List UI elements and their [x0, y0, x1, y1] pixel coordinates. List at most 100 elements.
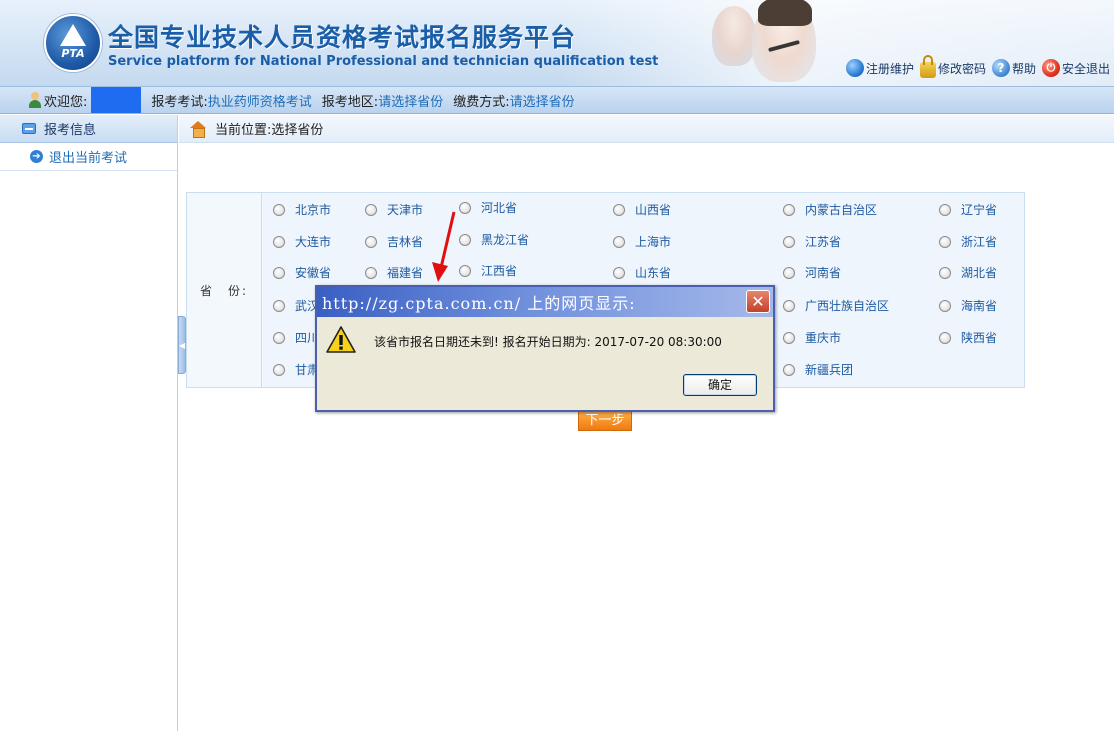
register-maintain-link[interactable]: 注册维护	[845, 58, 914, 78]
province-radio[interactable]	[459, 233, 471, 246]
province-radio[interactable]	[939, 299, 951, 312]
province-option[interactable]: 四川	[273, 329, 319, 346]
province-option[interactable]: 海南省	[939, 297, 997, 314]
province-option[interactable]: 福建省	[365, 264, 423, 281]
power-icon: ⏻	[1041, 59, 1060, 77]
top-links: 注册维护 修改密码 ? 帮助 ⏻ 安全退出	[845, 55, 1110, 78]
province-option[interactable]: 陕西省	[939, 329, 997, 346]
welcome-label: 欢迎您:	[44, 94, 88, 110]
province-radio[interactable]	[939, 266, 951, 279]
payment-label: 缴费方式:	[453, 94, 510, 110]
arrow-right-icon: ➔	[30, 150, 43, 163]
province-option[interactable]: 山西省	[613, 201, 671, 218]
province-label: 山东省	[635, 266, 672, 280]
sidebar-item-label: 退出当前考试	[49, 151, 128, 166]
province-option[interactable]: 浙江省	[939, 233, 997, 250]
province-option[interactable]: 上海市	[613, 233, 671, 250]
province-option[interactable]: 重庆市	[783, 329, 841, 346]
lock-icon	[919, 55, 936, 78]
province-label: 辽宁省	[961, 203, 998, 217]
province-option[interactable]: 江苏省	[783, 233, 841, 250]
site-subtitle: Service platform for National Profession…	[108, 54, 659, 69]
province-label: 山西省	[635, 203, 672, 217]
province-radio[interactable]	[273, 235, 285, 248]
province-radio[interactable]	[613, 203, 625, 216]
dialog-titlebar[interactable]: http://zg.cpta.com.cn/ 上的网页显示:	[317, 287, 773, 317]
sidebar-item-exit-exam[interactable]: ➔ 退出当前考试	[0, 143, 177, 171]
province-radio[interactable]	[939, 203, 951, 216]
payment-value: 请选择省份	[509, 94, 575, 110]
exam-value: 执业药师资格考试	[207, 94, 312, 110]
province-radio[interactable]	[273, 363, 285, 376]
province-label: 吉林省	[387, 235, 424, 249]
province-label: 黑龙江省	[481, 233, 530, 247]
province-label: 内蒙古自治区	[805, 203, 878, 217]
sidebar-header[interactable]: 报考信息	[0, 115, 177, 143]
breadcrumb-label: 当前位置:	[215, 123, 272, 138]
province-option[interactable]: 广西壮族自治区	[783, 297, 889, 314]
province-option[interactable]: 内蒙古自治区	[783, 201, 877, 218]
province-radio[interactable]	[459, 264, 471, 277]
province-radio[interactable]	[459, 201, 471, 214]
change-password-link[interactable]: 修改密码	[919, 55, 986, 78]
province-radio[interactable]	[613, 266, 625, 279]
operator-photo-back	[712, 6, 756, 66]
logout-label: 安全退出	[1061, 61, 1110, 76]
province-radio[interactable]	[783, 299, 795, 312]
province-label: 湖北省	[961, 266, 998, 280]
province-label: 福建省	[387, 266, 424, 280]
province-option[interactable]: 大连市	[273, 233, 331, 250]
province-option[interactable]: 江西省	[459, 262, 517, 279]
province-radio[interactable]	[273, 266, 285, 279]
sidebar-collapse-handle[interactable]: ◀	[178, 316, 186, 374]
province-radio[interactable]	[783, 266, 795, 279]
breadcrumb-current: 选择省份	[271, 123, 324, 138]
province-radio[interactable]	[783, 203, 795, 216]
province-option[interactable]: 山东省	[613, 264, 671, 281]
province-option[interactable]: 河北省	[459, 199, 517, 216]
help-link[interactable]: ? 帮助	[991, 58, 1036, 78]
province-radio[interactable]	[365, 266, 377, 279]
province-radio[interactable]	[613, 235, 625, 248]
province-option[interactable]: 甘肃	[273, 361, 319, 378]
province-label: 江西省	[481, 264, 518, 278]
province-label: 安徽省	[295, 266, 332, 280]
province-option[interactable]: 湖北省	[939, 264, 997, 281]
province-radio[interactable]	[939, 235, 951, 248]
register-maintain-label: 注册维护	[865, 61, 914, 76]
province-field-label: 省 份:	[187, 193, 262, 387]
province-radio[interactable]	[273, 203, 285, 216]
user-info-bar: 欢迎您: 报考考试: 执业药师资格考试 报考地区: 请选择省份 缴费方式: 请选…	[0, 86, 1114, 114]
ok-button[interactable]: 确定	[683, 374, 757, 396]
province-option[interactable]: 新疆兵团	[783, 361, 853, 378]
next-step-button[interactable]: 下一步	[578, 410, 632, 431]
province-option[interactable]: 辽宁省	[939, 201, 997, 218]
close-icon[interactable]: ✕	[746, 290, 770, 313]
province-option[interactable]: 安徽省	[273, 264, 331, 281]
province-option[interactable]: 天津市	[365, 201, 423, 218]
logout-link[interactable]: ⏻ 安全退出	[1041, 58, 1110, 78]
user-icon	[28, 92, 42, 108]
region-value: 请选择省份	[378, 94, 444, 110]
province-radio[interactable]	[273, 331, 285, 344]
province-option[interactable]: 黑龙江省	[459, 231, 529, 248]
province-label: 重庆市	[805, 331, 842, 345]
panel-icon	[22, 123, 36, 134]
province-option[interactable]: 吉林省	[365, 233, 423, 250]
province-radio[interactable]	[365, 235, 377, 248]
province-radio[interactable]	[783, 331, 795, 344]
province-option[interactable]: 北京市	[273, 201, 331, 218]
home-icon	[189, 120, 207, 138]
province-radio[interactable]	[365, 203, 377, 216]
sidebar: 报考信息 ➔ 退出当前考试	[0, 115, 178, 731]
province-option[interactable]: 河南省	[783, 264, 841, 281]
province-radio[interactable]	[939, 331, 951, 344]
province-option[interactable]: 武汉	[273, 297, 319, 314]
province-label: 江苏省	[805, 235, 842, 249]
province-radio[interactable]	[273, 299, 285, 312]
province-radio[interactable]	[783, 235, 795, 248]
province-radio[interactable]	[783, 363, 795, 376]
province-label: 上海市	[635, 235, 672, 249]
province-label: 新疆兵团	[805, 363, 854, 377]
region-label: 报考地区:	[321, 94, 379, 110]
